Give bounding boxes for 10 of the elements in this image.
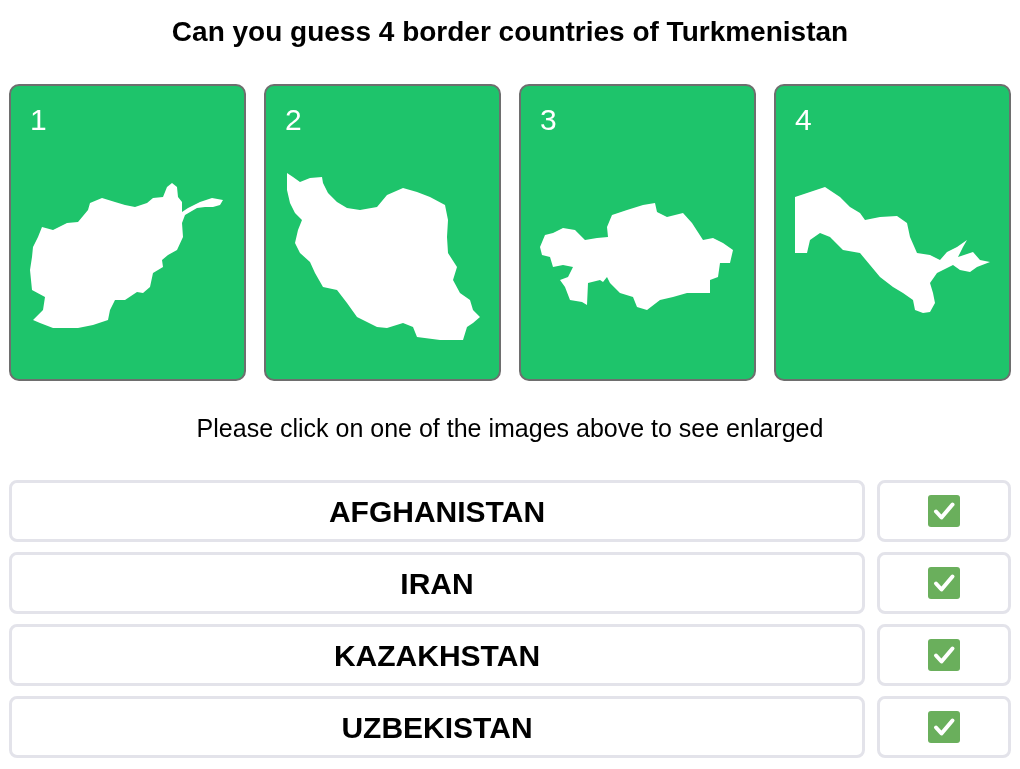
- map-card[interactable]: 3: [519, 84, 756, 381]
- map-card[interactable]: 2: [264, 84, 501, 381]
- answer-box: KAZAKHSTAN: [9, 624, 865, 686]
- instruction-text: Please click on one of the images above to see enlarged: [195, 413, 825, 444]
- answer-box: IRAN: [9, 552, 865, 614]
- page-title: Can you guess 4 border countries of Turkmenistan: [170, 15, 850, 49]
- answer-box: AFGHANISTAN: [9, 480, 865, 542]
- answer-box: UZBEKISTAN: [9, 696, 865, 758]
- map-card[interactable]: 1: [9, 84, 246, 381]
- map-card[interactable]: 4: [774, 84, 1011, 381]
